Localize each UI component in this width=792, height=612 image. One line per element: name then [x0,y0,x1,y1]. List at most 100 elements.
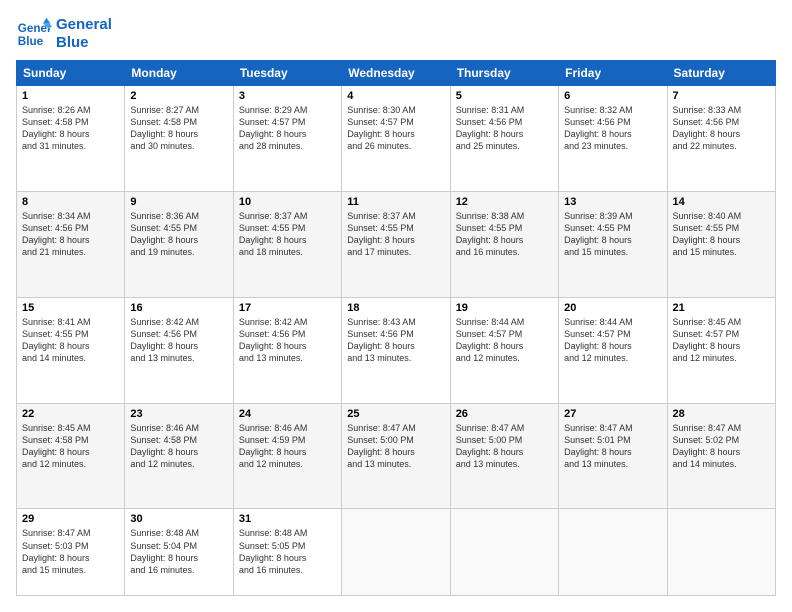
empty-cell [559,509,667,596]
day-number: 31 [239,513,336,525]
day-number: 9 [130,196,227,208]
empty-cell [450,509,558,596]
day-2: 2 Sunrise: 8:27 AMSunset: 4:58 PMDayligh… [125,86,233,192]
day-9: 9 Sunrise: 8:36 AMSunset: 4:55 PMDayligh… [125,191,233,297]
day-info: Sunrise: 8:31 AMSunset: 4:56 PMDaylight:… [456,104,553,153]
header-saturday: Saturday [667,61,775,86]
day-number: 18 [347,302,444,314]
day-16: 16 Sunrise: 8:42 AMSunset: 4:56 PMDaylig… [125,297,233,403]
logo-blue: Blue [56,34,112,52]
header-wednesday: Wednesday [342,61,450,86]
day-info: Sunrise: 8:26 AMSunset: 4:58 PMDaylight:… [22,104,119,153]
day-number: 22 [22,408,119,420]
day-info: Sunrise: 8:33 AMSunset: 4:56 PMDaylight:… [673,104,770,153]
svg-text:Blue: Blue [18,35,44,48]
day-number: 30 [130,513,227,525]
logo-general: General [56,16,112,34]
day-info: Sunrise: 8:47 AMSunset: 5:03 PMDaylight:… [22,527,119,576]
day-number: 1 [22,90,119,102]
day-number: 14 [673,196,770,208]
day-18: 18 Sunrise: 8:43 AMSunset: 4:56 PMDaylig… [342,297,450,403]
day-number: 23 [130,408,227,420]
day-info: Sunrise: 8:39 AMSunset: 4:55 PMDaylight:… [564,210,661,259]
day-10: 10 Sunrise: 8:37 AMSunset: 4:55 PMDaylig… [233,191,341,297]
day-number: 4 [347,90,444,102]
page: General Blue General Blue Sunday Monday … [0,0,792,612]
day-number: 3 [239,90,336,102]
day-info: Sunrise: 8:29 AMSunset: 4:57 PMDaylight:… [239,104,336,153]
day-info: Sunrise: 8:32 AMSunset: 4:56 PMDaylight:… [564,104,661,153]
day-info: Sunrise: 8:37 AMSunset: 4:55 PMDaylight:… [347,210,444,259]
day-number: 12 [456,196,553,208]
day-info: Sunrise: 8:38 AMSunset: 4:55 PMDaylight:… [456,210,553,259]
day-number: 19 [456,302,553,314]
day-number: 6 [564,90,661,102]
day-5: 5 Sunrise: 8:31 AMSunset: 4:56 PMDayligh… [450,86,558,192]
day-info: Sunrise: 8:47 AMSunset: 5:00 PMDaylight:… [456,422,553,471]
day-info: Sunrise: 8:42 AMSunset: 4:56 PMDaylight:… [130,316,227,365]
day-31: 31 Sunrise: 8:48 AMSunset: 5:05 PMDaylig… [233,509,341,596]
header-friday: Friday [559,61,667,86]
day-number: 8 [22,196,119,208]
day-number: 10 [239,196,336,208]
day-number: 26 [456,408,553,420]
day-info: Sunrise: 8:36 AMSunset: 4:55 PMDaylight:… [130,210,227,259]
day-number: 25 [347,408,444,420]
day-info: Sunrise: 8:43 AMSunset: 4:56 PMDaylight:… [347,316,444,365]
day-number: 7 [673,90,770,102]
day-number: 11 [347,196,444,208]
day-info: Sunrise: 8:44 AMSunset: 4:57 PMDaylight:… [564,316,661,365]
day-30: 30 Sunrise: 8:48 AMSunset: 5:04 PMDaylig… [125,509,233,596]
day-27: 27 Sunrise: 8:47 AMSunset: 5:01 PMDaylig… [559,403,667,509]
day-info: Sunrise: 8:40 AMSunset: 4:55 PMDaylight:… [673,210,770,259]
day-23: 23 Sunrise: 8:46 AMSunset: 4:58 PMDaylig… [125,403,233,509]
day-number: 20 [564,302,661,314]
logo-icon: General Blue [16,16,52,52]
day-12: 12 Sunrise: 8:38 AMSunset: 4:55 PMDaylig… [450,191,558,297]
day-4: 4 Sunrise: 8:30 AMSunset: 4:57 PMDayligh… [342,86,450,192]
empty-cell [342,509,450,596]
day-info: Sunrise: 8:47 AMSunset: 5:00 PMDaylight:… [347,422,444,471]
day-15: 15 Sunrise: 8:41 AMSunset: 4:55 PMDaylig… [17,297,125,403]
day-number: 21 [673,302,770,314]
day-number: 5 [456,90,553,102]
day-number: 15 [22,302,119,314]
empty-cell [667,509,775,596]
day-8: 8 Sunrise: 8:34 AMSunset: 4:56 PMDayligh… [17,191,125,297]
day-info: Sunrise: 8:47 AMSunset: 5:01 PMDaylight:… [564,422,661,471]
day-info: Sunrise: 8:27 AMSunset: 4:58 PMDaylight:… [130,104,227,153]
day-info: Sunrise: 8:46 AMSunset: 4:58 PMDaylight:… [130,422,227,471]
day-info: Sunrise: 8:45 AMSunset: 4:58 PMDaylight:… [22,422,119,471]
day-19: 19 Sunrise: 8:44 AMSunset: 4:57 PMDaylig… [450,297,558,403]
day-17: 17 Sunrise: 8:42 AMSunset: 4:56 PMDaylig… [233,297,341,403]
day-info: Sunrise: 8:47 AMSunset: 5:02 PMDaylight:… [673,422,770,471]
day-25: 25 Sunrise: 8:47 AMSunset: 5:00 PMDaylig… [342,403,450,509]
day-number: 28 [673,408,770,420]
day-22: 22 Sunrise: 8:45 AMSunset: 4:58 PMDaylig… [17,403,125,509]
day-number: 2 [130,90,227,102]
day-number: 17 [239,302,336,314]
day-info: Sunrise: 8:48 AMSunset: 5:05 PMDaylight:… [239,527,336,576]
day-info: Sunrise: 8:46 AMSunset: 4:59 PMDaylight:… [239,422,336,471]
day-3: 3 Sunrise: 8:29 AMSunset: 4:57 PMDayligh… [233,86,341,192]
day-info: Sunrise: 8:41 AMSunset: 4:55 PMDaylight:… [22,316,119,365]
day-24: 24 Sunrise: 8:46 AMSunset: 4:59 PMDaylig… [233,403,341,509]
day-28: 28 Sunrise: 8:47 AMSunset: 5:02 PMDaylig… [667,403,775,509]
day-6: 6 Sunrise: 8:32 AMSunset: 4:56 PMDayligh… [559,86,667,192]
day-info: Sunrise: 8:48 AMSunset: 5:04 PMDaylight:… [130,527,227,576]
day-13: 13 Sunrise: 8:39 AMSunset: 4:55 PMDaylig… [559,191,667,297]
day-21: 21 Sunrise: 8:45 AMSunset: 4:57 PMDaylig… [667,297,775,403]
day-number: 29 [22,513,119,525]
day-info: Sunrise: 8:37 AMSunset: 4:55 PMDaylight:… [239,210,336,259]
day-number: 27 [564,408,661,420]
day-29: 29 Sunrise: 8:47 AMSunset: 5:03 PMDaylig… [17,509,125,596]
day-number: 24 [239,408,336,420]
calendar-table: Sunday Monday Tuesday Wednesday Thursday… [16,60,776,596]
day-26: 26 Sunrise: 8:47 AMSunset: 5:00 PMDaylig… [450,403,558,509]
day-11: 11 Sunrise: 8:37 AMSunset: 4:55 PMDaylig… [342,191,450,297]
day-info: Sunrise: 8:45 AMSunset: 4:57 PMDaylight:… [673,316,770,365]
day-7: 7 Sunrise: 8:33 AMSunset: 4:56 PMDayligh… [667,86,775,192]
day-number: 13 [564,196,661,208]
day-info: Sunrise: 8:34 AMSunset: 4:56 PMDaylight:… [22,210,119,259]
header-monday: Monday [125,61,233,86]
